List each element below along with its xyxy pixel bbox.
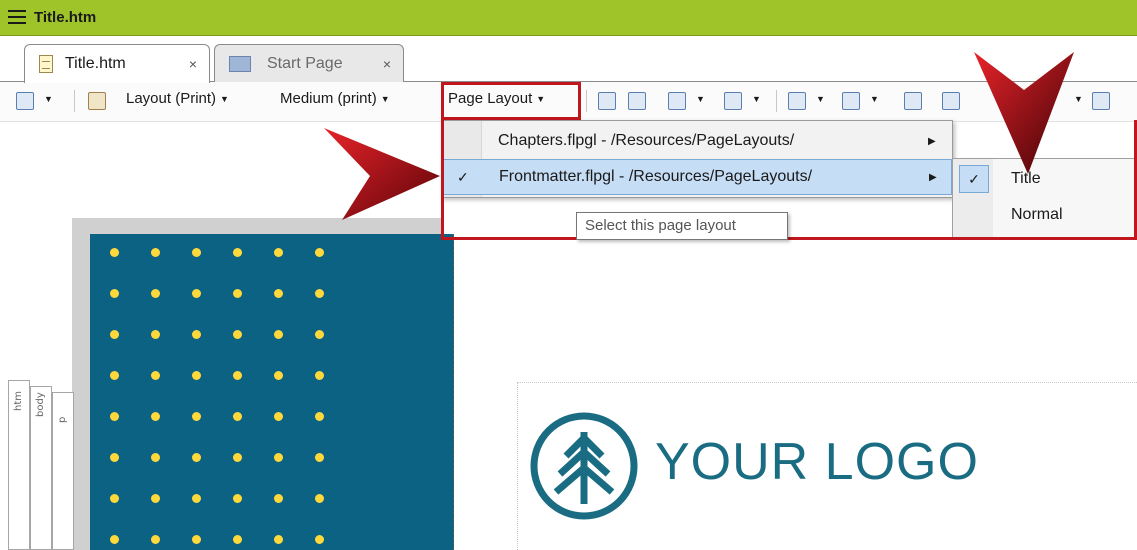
pattern-dot [233,453,242,462]
structure-tab-p[interactable]: p [52,392,74,550]
window-titlebar: Title.htm [0,0,1137,36]
start-page-icon [229,55,251,72]
close-icon[interactable]: × [383,56,391,72]
window-title: Title.htm [34,9,97,26]
pattern-dot [110,330,119,339]
insert-cross-ref-icon[interactable] [724,92,742,110]
pattern-dot [151,412,160,421]
tooltip: Select this page layout [576,212,788,240]
pattern-dot [233,289,242,298]
pattern-dot [192,494,201,503]
pattern-dot [315,453,324,462]
pattern-dot [110,248,119,257]
pattern-dot [192,412,201,421]
page-layout-highlight [441,82,581,120]
pattern-dot [315,289,324,298]
toolbar-separator [776,90,777,112]
tab-start-page[interactable]: Start Page × [214,44,404,82]
structure-tab-htm[interactable]: htm [8,380,30,550]
insert-snippet-icon[interactable] [628,92,646,110]
pattern-dot [315,248,324,257]
toolbar-separator [586,90,587,112]
pattern-dot [315,412,324,421]
menu-icon[interactable] [8,10,26,26]
pattern-dot [274,330,283,339]
document-icon [39,55,53,73]
pattern-dot [192,453,201,462]
insert-picture-icon[interactable] [668,92,686,110]
pattern-dot [274,289,283,298]
pattern-dot [233,412,242,421]
pattern-dot [151,248,160,257]
tab-label: Start Page [267,54,343,72]
pattern-dot [315,330,324,339]
pattern-dot [315,535,324,544]
pattern-dot [233,248,242,257]
pattern-dot [151,330,160,339]
concept-icon[interactable] [942,92,960,110]
pattern-dot [151,289,160,298]
callout-arrow-down-icon [974,52,1074,174]
pattern-dot [192,289,201,298]
title-page-background[interactable] [90,234,454,550]
close-icon[interactable]: × [189,56,197,72]
tree-logo-icon [530,412,638,520]
pattern-dot [192,535,201,544]
pattern-dot [192,330,201,339]
medium-dropdown[interactable]: Medium (print) ▼ [280,90,390,107]
pattern-dot [151,494,160,503]
pattern-dot [110,371,119,380]
pattern-dot [110,289,119,298]
layout-dropdown[interactable]: Layout (Print) ▼ [126,90,229,107]
pattern-dot [274,494,283,503]
preview-dropdown-caret[interactable]: ▼ [40,90,53,107]
tab-title-htm[interactable]: Title.htm × [24,44,210,83]
pattern-dot [110,535,119,544]
pattern-dot [192,371,201,380]
tab-strip: Title.htm × Start Page × [0,36,1137,83]
pattern-dot [315,494,324,503]
pattern-dot [151,535,160,544]
pattern-dot [151,371,160,380]
insert-image-icon[interactable] [598,92,616,110]
pattern-dot [233,494,242,503]
export-icon[interactable] [1092,92,1110,110]
pattern-dot [233,371,242,380]
text-dropdown-caret[interactable]: ▼ [866,90,879,107]
pattern-dot [233,535,242,544]
pattern-dot [274,412,283,421]
pattern-dot [110,494,119,503]
pattern-dot [192,248,201,257]
pattern-dot [110,453,119,462]
cross-ref-dropdown-caret[interactable]: ▼ [748,90,761,107]
pattern-dot [274,371,283,380]
pattern-dot [151,453,160,462]
picture-dropdown-caret[interactable]: ▼ [692,90,705,107]
toolbar-separator [74,90,75,112]
pattern-dot [233,330,242,339]
pattern-dot [274,535,283,544]
preview-icon[interactable] [16,92,34,110]
pattern-dot [110,412,119,421]
format-icon[interactable] [88,92,106,110]
callout-arrow-right-icon [324,128,440,220]
structure-tab-body[interactable]: body [30,386,52,550]
variable-dropdown-caret[interactable]: ▼ [812,90,825,107]
pattern-dot [315,371,324,380]
pattern-dot [274,248,283,257]
logo-text: YOUR LOGO [655,433,979,491]
tab-label: Title.htm [65,55,126,72]
pattern-dot [274,453,283,462]
insert-text-icon[interactable] [842,92,860,110]
index-icon[interactable] [904,92,922,110]
insert-variable-icon[interactable] [788,92,806,110]
